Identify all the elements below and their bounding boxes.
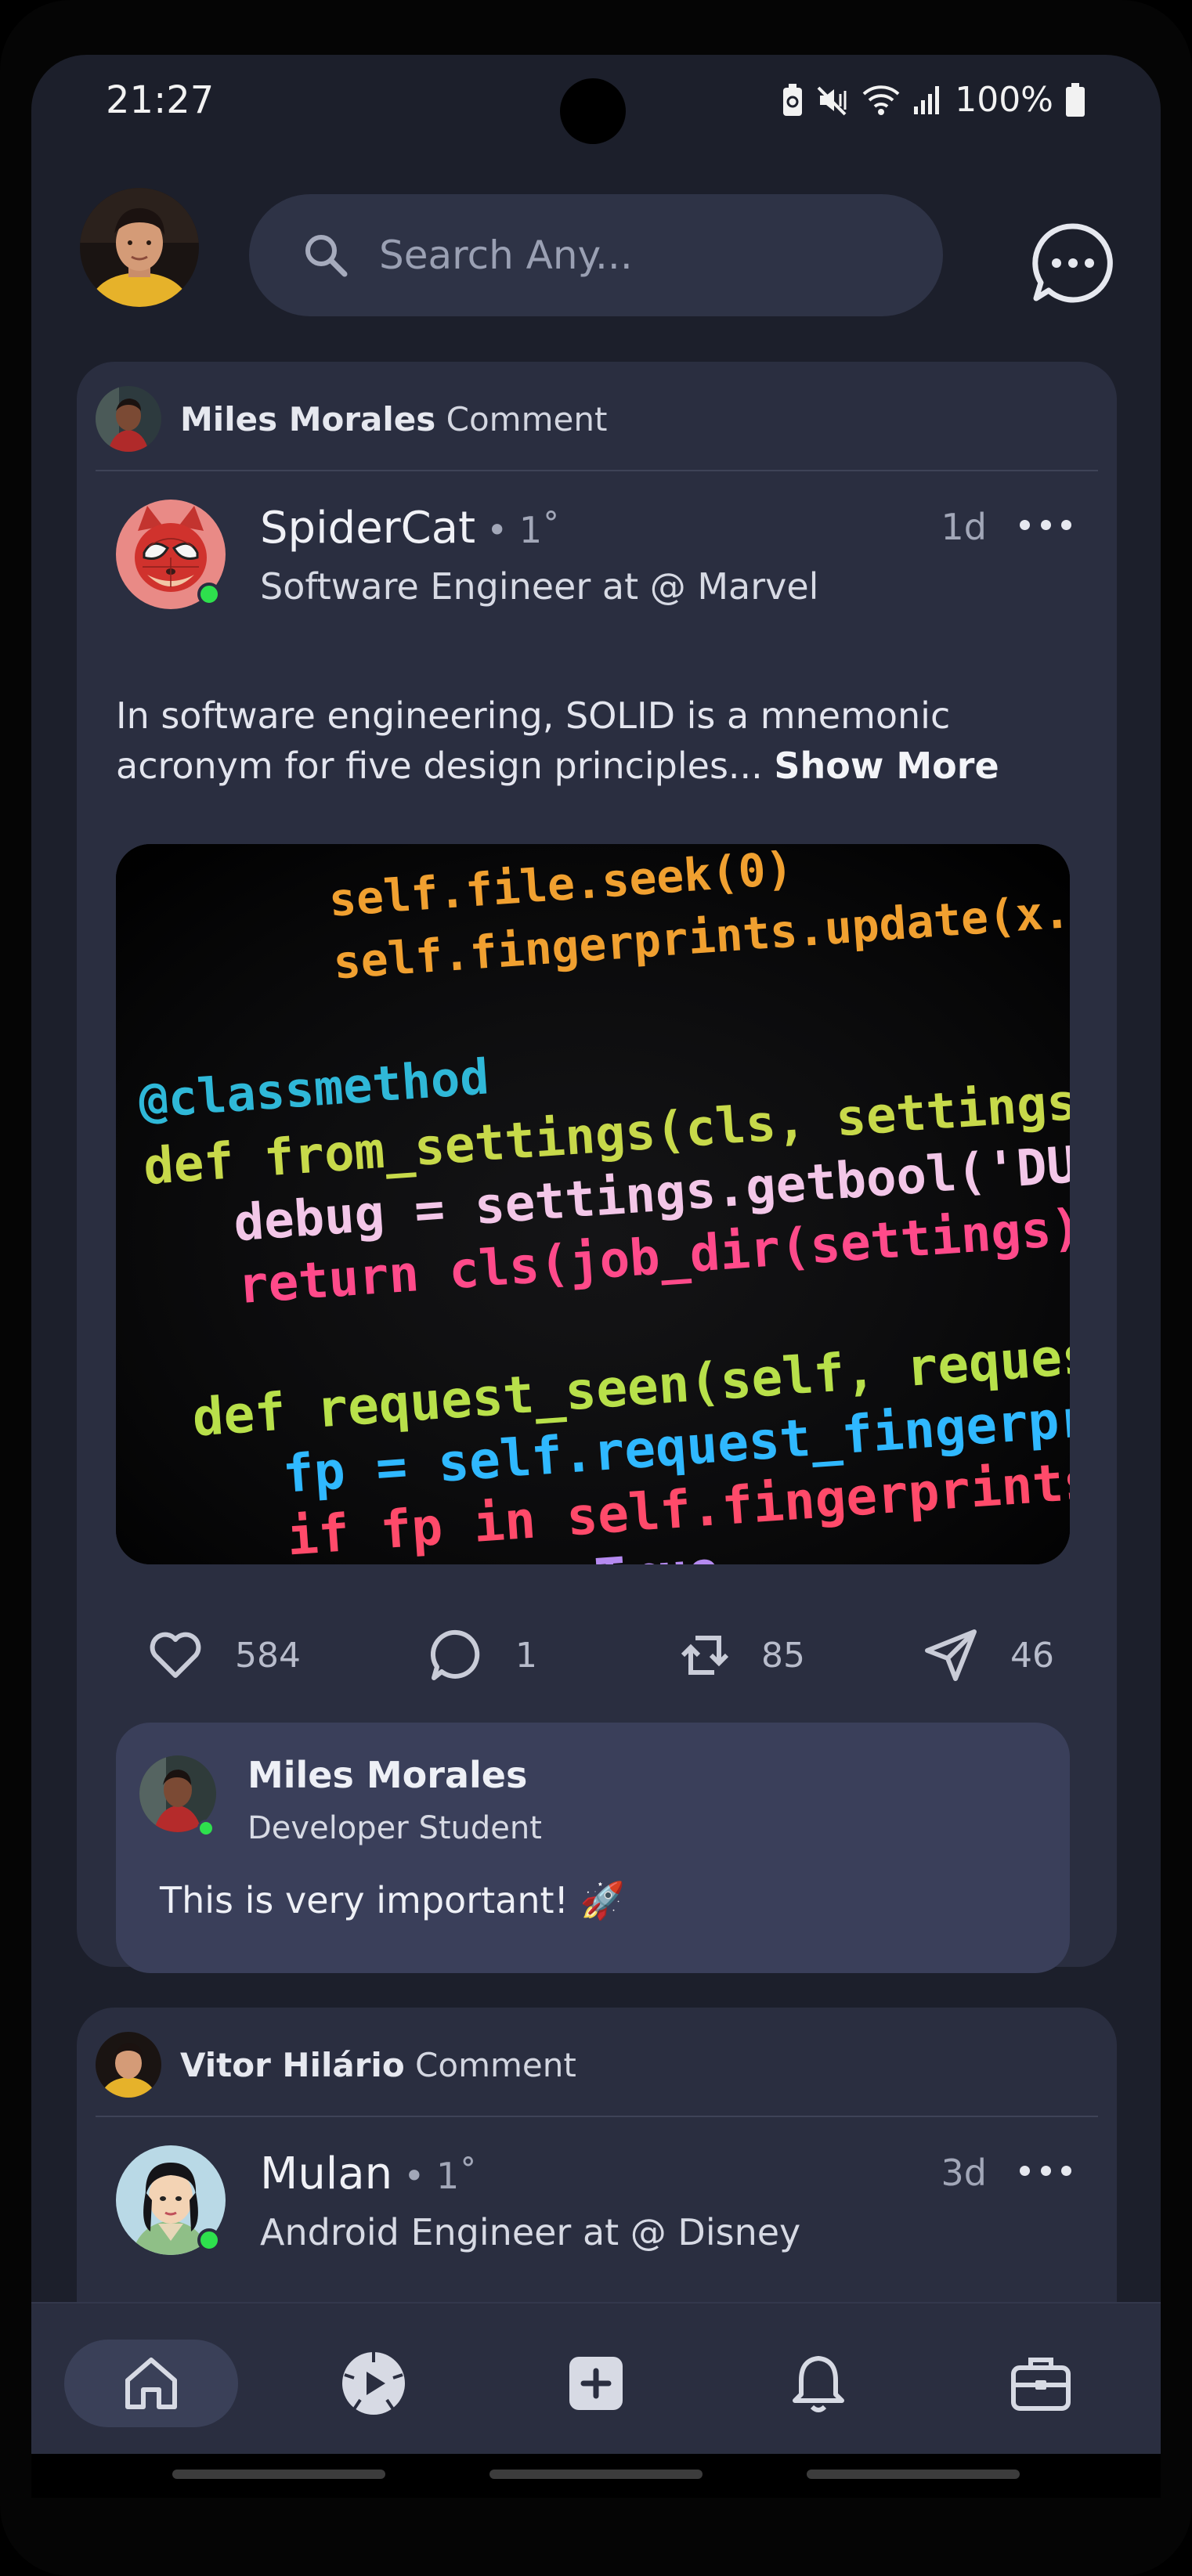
home-icon	[125, 2358, 177, 2409]
activity-avatar[interactable]	[96, 386, 161, 452]
activity-header: Vitor Hilário Comment	[96, 2028, 576, 2102]
post-author-row: SpiderCat • 1˚ Software Engineer at @ Mar…	[116, 500, 1079, 617]
card-divider	[96, 470, 1098, 471]
battery-saver-icon	[783, 83, 803, 116]
search-input[interactable]	[379, 233, 880, 278]
nav-explore[interactable]	[287, 2340, 461, 2427]
comment-text: This is very important! 🚀	[160, 1879, 625, 1921]
connection-degree: • 1˚	[403, 2155, 478, 2197]
battery-percent: 100%	[955, 80, 1053, 120]
search-bar[interactable]	[249, 194, 943, 316]
author-name-text: Mulan	[260, 2148, 393, 2199]
author-title: Android Engineer at @ Disney	[260, 2211, 801, 2253]
comment-icon	[430, 1629, 480, 1680]
online-indicator	[197, 583, 221, 606]
nav-notifications[interactable]	[731, 2340, 905, 2427]
front-camera	[560, 78, 626, 144]
gesture-bar	[489, 2470, 703, 2479]
status-time: 21:27	[106, 78, 215, 122]
author-name-text: SpiderCat	[260, 503, 476, 554]
top-header	[31, 180, 1161, 316]
shares-count: 46	[1010, 1635, 1054, 1676]
online-indicator	[197, 1820, 215, 1837]
activity-user[interactable]: Miles Morales	[180, 400, 435, 438]
post-time: 1d	[941, 506, 987, 548]
card-divider	[96, 2116, 1098, 2117]
activity-action: Comment	[415, 2045, 576, 2084]
activity-action: Comment	[446, 399, 608, 438]
post-time: 3d	[941, 2152, 987, 2194]
reposts-count: 85	[761, 1635, 805, 1676]
gesture-bar	[172, 2470, 385, 2479]
nav-home[interactable]	[64, 2340, 238, 2427]
nav-create-post[interactable]	[509, 2340, 683, 2427]
connection-degree: • 1˚	[486, 509, 561, 551]
phone-frame: 21:27 100% Search Any... Miles Morales C…	[0, 0, 1192, 2576]
messages-button[interactable]	[1009, 199, 1137, 327]
share-action[interactable]: 46	[923, 1608, 1054, 1702]
author-name[interactable]: Mulan • 1˚	[260, 2148, 477, 2199]
comment-action[interactable]: 1	[429, 1608, 537, 1702]
show-more-link[interactable]: Show More	[774, 745, 999, 787]
system-gesture-area	[31, 2454, 1161, 2498]
comment-author-name[interactable]: Miles Morales	[247, 1754, 527, 1796]
video-ball-icon	[342, 2352, 405, 2415]
search-icon	[305, 235, 348, 277]
gesture-bar	[807, 2470, 1020, 2479]
more-options-button[interactable]	[1012, 2148, 1079, 2192]
send-icon	[925, 1629, 977, 1681]
nav-jobs[interactable]	[954, 2340, 1128, 2427]
author-title: Software Engineer at @ Marvel	[260, 565, 819, 608]
battery-icon	[1066, 82, 1085, 117]
activity-avatar[interactable]	[96, 2032, 161, 2098]
post-text: In software engineering, SOLID is a mnem…	[116, 691, 1087, 791]
add-post-icon	[569, 2357, 623, 2410]
author-name[interactable]: SpiderCat • 1˚	[260, 503, 560, 554]
activity-header: Miles Morales Comment	[96, 382, 607, 456]
online-indicator	[197, 2228, 221, 2252]
comment-author-role: Developer Student	[247, 1810, 542, 1846]
mute-vibrate-icon	[817, 86, 847, 115]
app-screen: 21:27 100% Search Any... Miles Morales C…	[31, 55, 1161, 2498]
briefcase-icon	[1011, 2358, 1071, 2411]
heart-icon	[150, 1632, 201, 1678]
wifi-icon	[862, 85, 900, 115]
repost-icon	[681, 1636, 729, 1675]
activity-user[interactable]: Vitor Hilário	[180, 2046, 405, 2084]
likes-count: 584	[235, 1635, 301, 1676]
post-image[interactable]: self.file.seek(0) self.fingerprints.upda…	[116, 844, 1070, 1564]
status-bar: 21:27 100%	[31, 55, 1161, 149]
bottom-navigation	[31, 2302, 1161, 2455]
feed-post-card: Miles Morales Comment SpiderCat • 1˚ Sof…	[77, 362, 1117, 1973]
post-author-row: Mulan • 1˚ Android Engineer at @ Disney 3…	[116, 2145, 1079, 2263]
bell-icon	[793, 2356, 844, 2412]
repost-action[interactable]: 85	[680, 1608, 805, 1702]
chat-bubble-icon	[1032, 223, 1113, 303]
like-action[interactable]: 584	[147, 1608, 301, 1702]
post-actions: 584 1 85 46	[100, 1608, 1087, 1702]
more-options-button[interactable]	[1012, 503, 1079, 547]
status-icons: 100%	[781, 80, 1086, 120]
top-comment[interactable]: Miles Morales Developer Student This is …	[116, 1723, 1070, 1973]
signal-icon	[914, 85, 940, 114]
comments-count: 1	[515, 1635, 537, 1676]
my-avatar[interactable]	[80, 188, 199, 307]
